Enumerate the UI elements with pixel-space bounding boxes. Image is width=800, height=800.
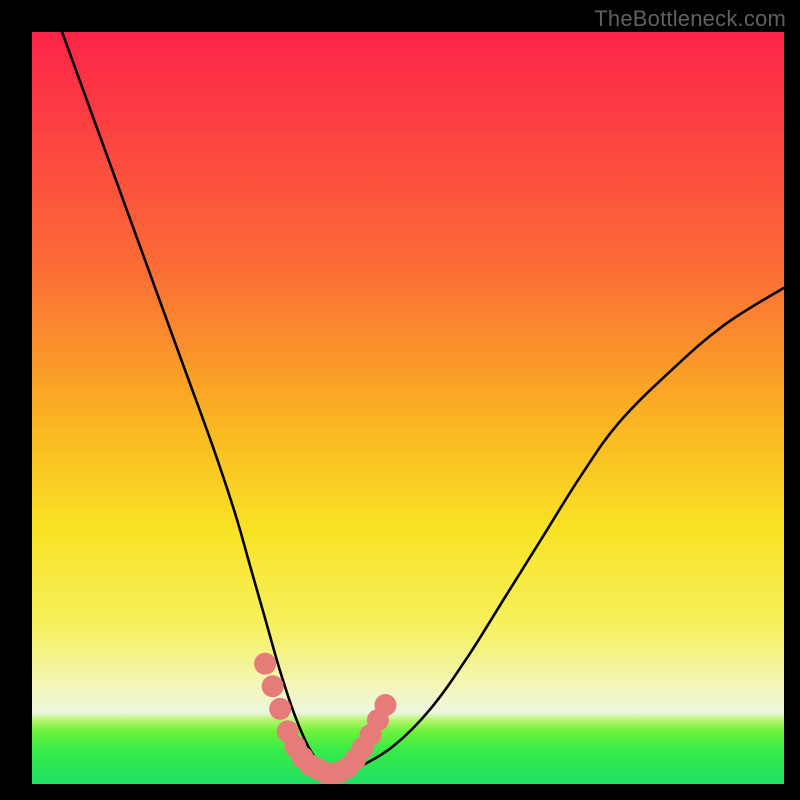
watermark-label: TheBottleneck.com xyxy=(594,6,786,32)
trough-marker-point xyxy=(269,698,291,720)
chart-plot-area xyxy=(32,32,784,784)
trough-marker xyxy=(254,653,396,784)
trough-marker-point xyxy=(374,694,396,716)
chart-frame: TheBottleneck.com xyxy=(0,0,800,800)
trough-marker-point xyxy=(262,675,284,697)
trough-marker-point xyxy=(254,653,276,675)
main-curve xyxy=(62,32,784,775)
chart-curves xyxy=(32,32,784,784)
